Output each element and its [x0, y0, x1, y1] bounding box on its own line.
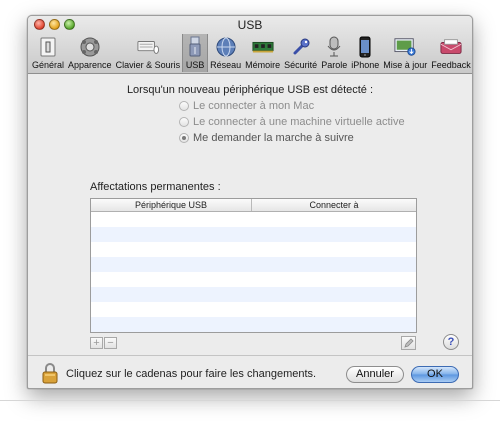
- table-row: [91, 302, 416, 317]
- cancel-button[interactable]: Annuler: [346, 366, 404, 383]
- toolbar-item-network[interactable]: Réseau: [208, 34, 243, 72]
- lock-icon[interactable]: [42, 362, 58, 384]
- edit-button[interactable]: [401, 336, 416, 350]
- radio-button[interactable]: [179, 133, 189, 143]
- feedback-icon: [440, 36, 462, 58]
- radio-label: Me demander la marche à suivre: [193, 132, 354, 144]
- table-row: [91, 227, 416, 242]
- toolbar-label: Parole: [321, 60, 348, 70]
- toolbar-label: Mise à jour: [383, 60, 428, 70]
- assignments-title: Affectations permanentes :: [90, 181, 221, 193]
- software-update-icon: [394, 36, 416, 58]
- help-button[interactable]: ?: [443, 334, 459, 350]
- radio-button[interactable]: [179, 101, 189, 111]
- microphone-icon: [323, 36, 345, 58]
- table-row: [91, 257, 416, 272]
- toolbar-label: Général: [32, 60, 65, 70]
- radio-connect-vm[interactable]: Le connecter à une machine virtuelle act…: [179, 116, 405, 128]
- toolbar-label: Clavier & Souris: [115, 60, 181, 70]
- footer-divider: [28, 355, 472, 356]
- iphone-icon: [354, 36, 376, 58]
- detection-title: Lorsqu'un nouveau périphérique USB est d…: [126, 84, 374, 96]
- toolbar-item-keyboard-mouse[interactable]: Clavier & Souris: [114, 34, 183, 72]
- add-button[interactable]: +: [90, 337, 103, 349]
- toolbar-item-memory[interactable]: Mémoire: [243, 34, 282, 72]
- keyboard-mouse-icon: [137, 36, 159, 58]
- radio-button[interactable]: [179, 117, 189, 127]
- toolbar-item-speech[interactable]: Parole: [319, 34, 349, 72]
- pencil-icon: [403, 338, 414, 348]
- radio-connect-mac[interactable]: Le connecter à mon Mac: [179, 100, 314, 112]
- toolbar-label: Réseau: [210, 60, 242, 70]
- remove-button[interactable]: −: [104, 337, 117, 349]
- column-header-device[interactable]: Périphérique USB: [91, 199, 252, 211]
- toolbar-item-appearance[interactable]: Apparence: [66, 34, 114, 72]
- preferences-toolbar: Général Apparence Clavier & Souris USB R…: [30, 34, 472, 72]
- toolbar-item-general[interactable]: Général: [30, 34, 66, 72]
- toolbar-item-update[interactable]: Mise à jour: [381, 34, 429, 72]
- radio-label: Le connecter à mon Mac: [193, 100, 315, 112]
- toolbar-item-usb[interactable]: USB: [182, 34, 209, 72]
- preferences-window: USB Général Apparence Clavier & Souris U…: [27, 15, 473, 389]
- radio-label: Le connecter à une machine virtuelle act…: [193, 116, 405, 128]
- toolbar-label: iPhone: [351, 60, 380, 70]
- background-divider: [0, 400, 500, 401]
- toolbar-label: Feedback: [431, 60, 471, 70]
- toolbar-label: USB: [185, 60, 205, 70]
- titlebar: USB Général Apparence Clavier & Souris U…: [28, 16, 472, 74]
- light-switch-icon: [37, 36, 59, 58]
- table-row: [91, 242, 416, 257]
- column-header-connect-to[interactable]: Connecter à: [252, 199, 416, 211]
- window-title: USB: [237, 18, 263, 32]
- table-body: [91, 212, 416, 332]
- memory-chip-icon: [252, 36, 274, 58]
- key-icon: [290, 36, 312, 58]
- table-row: [91, 287, 416, 302]
- assignments-table[interactable]: Périphérique USB Connecter à: [90, 198, 417, 333]
- toolbar-label: Mémoire: [245, 60, 281, 70]
- table-row: [91, 272, 416, 287]
- table-header: Périphérique USB Connecter à: [91, 199, 416, 212]
- table-row: [91, 317, 416, 332]
- usb-icon: [184, 36, 206, 58]
- ok-button[interactable]: OK: [411, 366, 459, 383]
- toolbar-item-feedback[interactable]: Feedback: [429, 34, 472, 72]
- radio-ask-me[interactable]: Me demander la marche à suivre: [179, 132, 354, 144]
- usb-pane: Lorsqu'un nouveau périphérique USB est d…: [28, 74, 472, 388]
- toolbar-label: Sécurité: [284, 60, 318, 70]
- toolbar-item-security[interactable]: Sécurité: [282, 34, 319, 72]
- lock-message: Cliquez sur le cadenas pour faire les ch…: [66, 368, 317, 380]
- table-row: [91, 212, 416, 227]
- globe-icon: [215, 36, 237, 58]
- toolbar-item-iphone[interactable]: iPhone: [349, 34, 381, 72]
- toolbar-label: Apparence: [68, 60, 112, 70]
- gear-cluster-icon: [79, 36, 101, 58]
